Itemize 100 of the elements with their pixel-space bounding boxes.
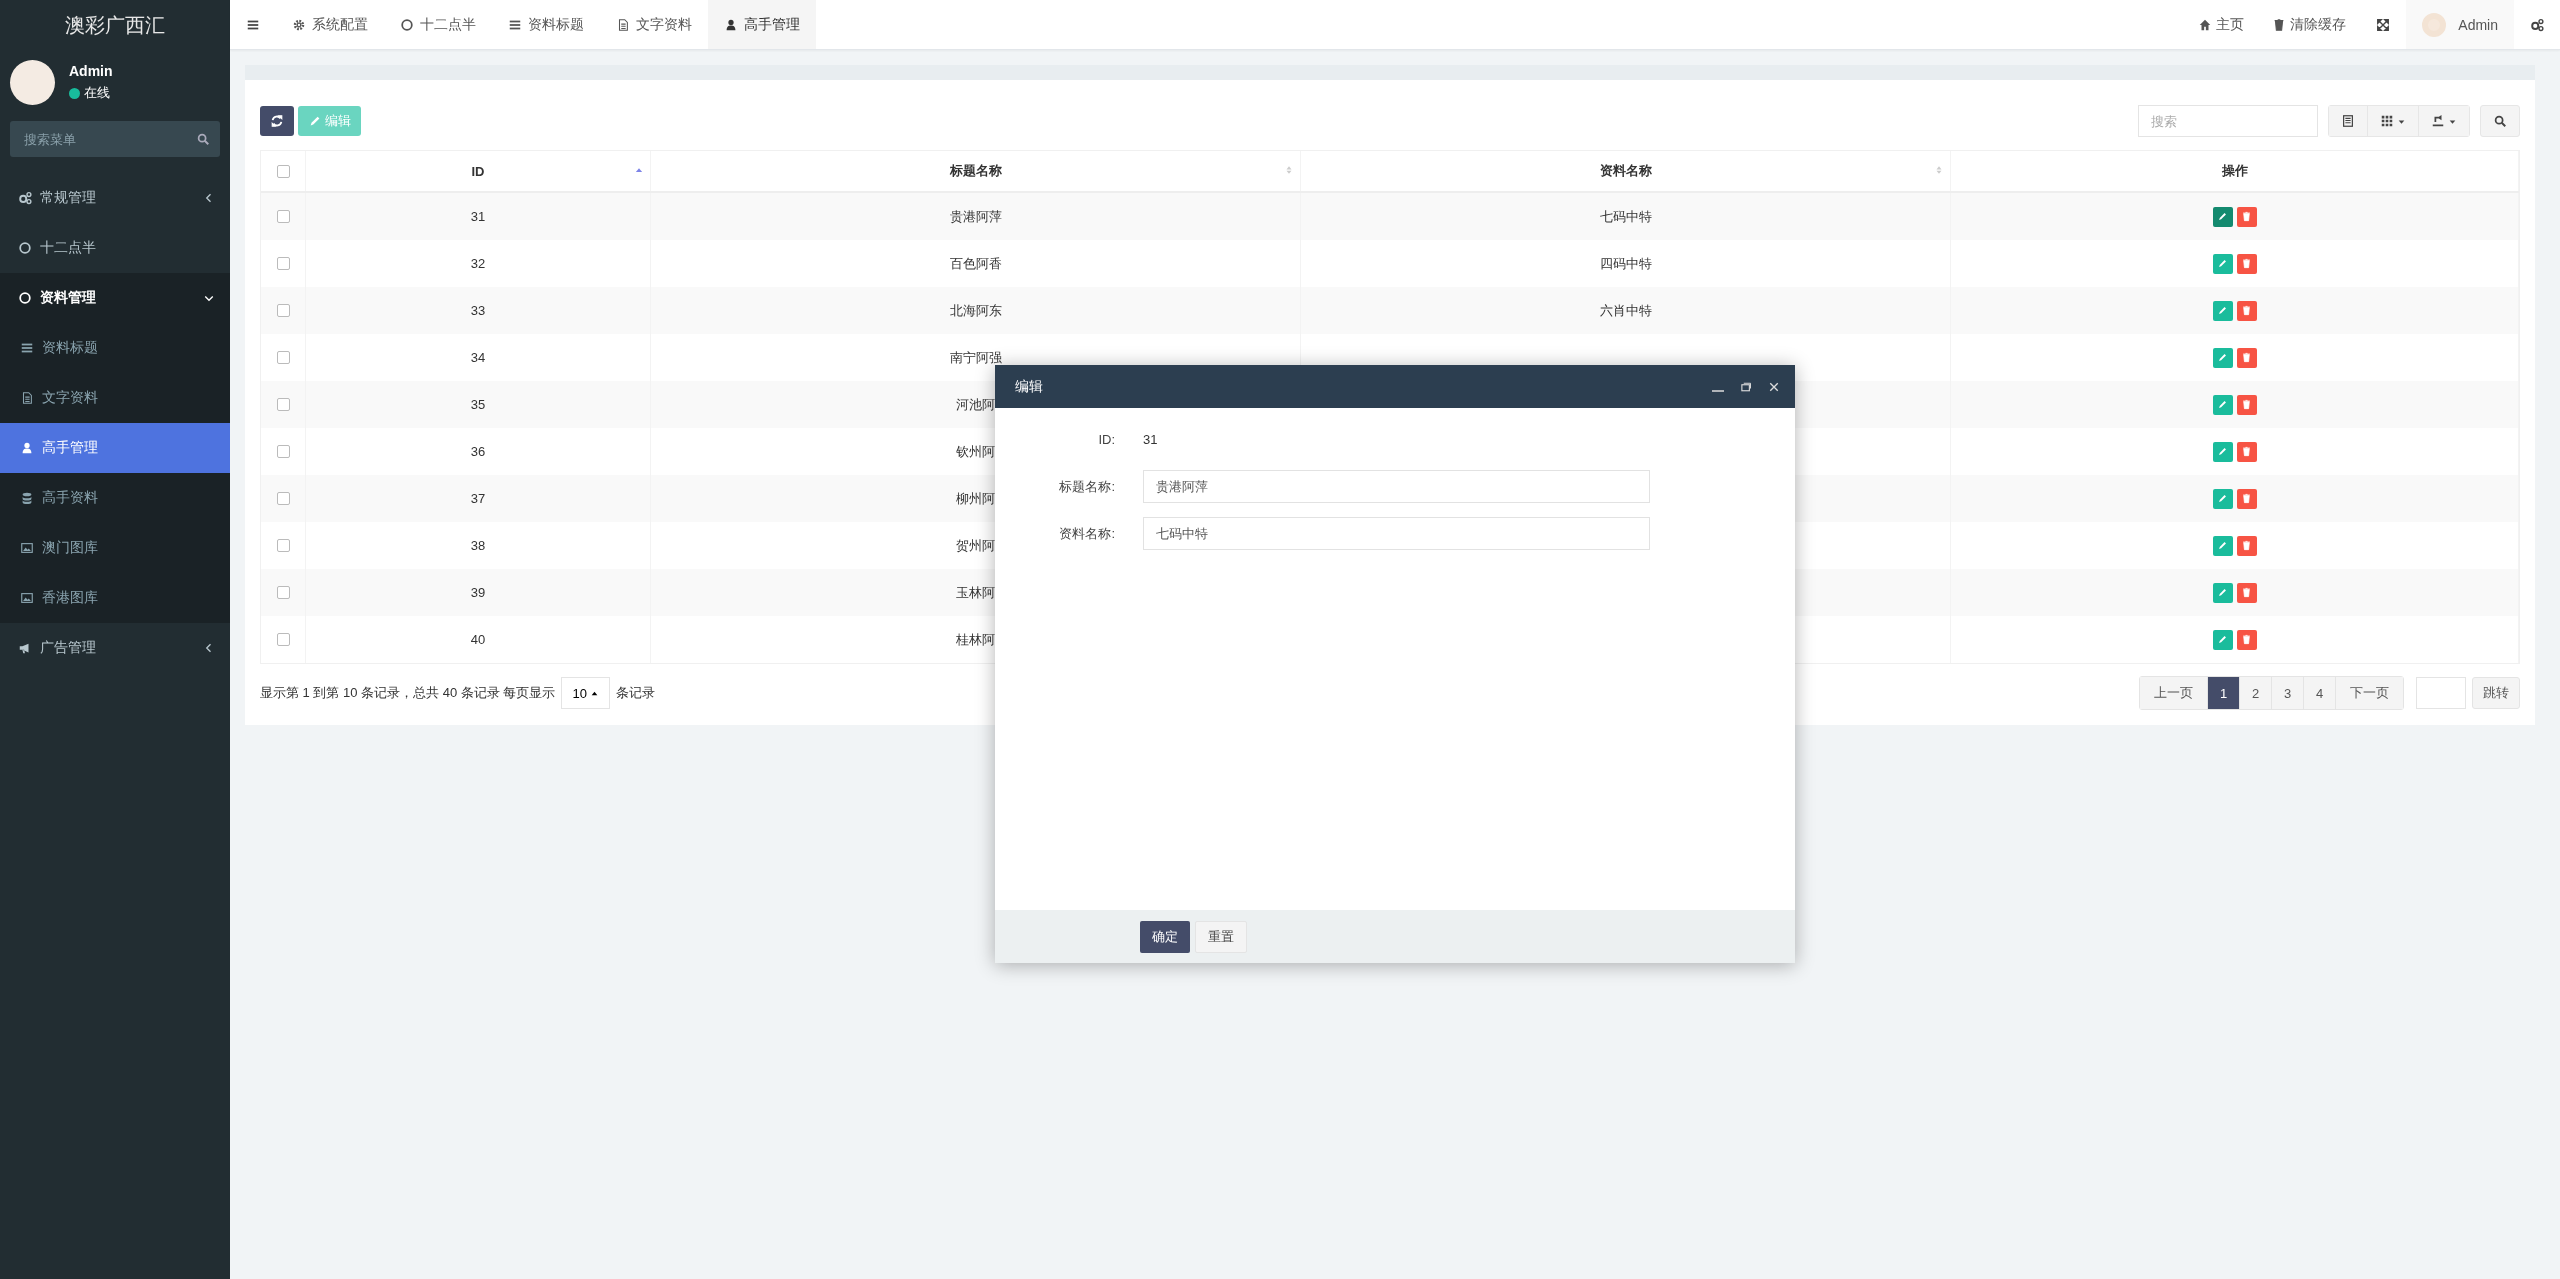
checkbox[interactable] xyxy=(276,164,290,178)
next-page-button[interactable]: 下一页 xyxy=(2335,677,2403,709)
checkbox[interactable] xyxy=(276,633,290,646)
refresh-button[interactable] xyxy=(260,106,294,136)
list-icon xyxy=(20,341,34,355)
app-logo: 澳彩广西汇 xyxy=(64,13,166,38)
delete-button[interactable] xyxy=(2236,206,2257,227)
page-button[interactable]: 4 xyxy=(2303,677,2335,709)
delete-button[interactable] xyxy=(2236,488,2257,509)
avatar xyxy=(2422,12,2447,37)
edit-button[interactable] xyxy=(2212,582,2233,603)
gears-icon xyxy=(18,191,32,205)
checkbox[interactable] xyxy=(276,492,290,505)
delete-button[interactable] xyxy=(2236,582,2257,603)
delete-button[interactable] xyxy=(2236,441,2257,462)
gears-icon xyxy=(2530,17,2544,32)
table-cell: 七码中特 xyxy=(1301,193,1951,240)
header-link[interactable]: 主页 xyxy=(2184,0,2259,49)
delete-button[interactable] xyxy=(2236,253,2257,274)
edit-button[interactable] xyxy=(2212,488,2233,509)
input-field[interactable]: 七码中特 xyxy=(1143,517,1650,550)
menu-item[interactable]: 广告管理 xyxy=(0,623,230,673)
edit-button[interactable] xyxy=(2212,441,2233,462)
tab[interactable]: 资料标题 xyxy=(492,0,600,49)
menu-item[interactable]: 澳门图库 xyxy=(0,523,230,573)
field-label: ID: xyxy=(1097,432,1115,447)
checkbox[interactable] xyxy=(276,445,290,458)
image-icon xyxy=(20,591,34,605)
checkbox[interactable] xyxy=(276,351,290,364)
trash-icon xyxy=(2241,587,2252,598)
record-suffix: 条记录 xyxy=(615,684,655,702)
confirm-button[interactable]: 确定 xyxy=(1140,920,1190,953)
edit-button[interactable] xyxy=(2212,206,2233,227)
trash-icon xyxy=(2241,352,2252,363)
status-dot xyxy=(69,87,80,99)
edit-button[interactable] xyxy=(2212,535,2233,556)
trash-icon xyxy=(2241,305,2252,316)
menu-item[interactable]: 香港图库 xyxy=(0,573,230,623)
column-header[interactable]: 操作 xyxy=(1951,151,2519,191)
header-link[interactable]: 清除缓存 xyxy=(2258,0,2361,49)
edit-button[interactable] xyxy=(2212,394,2233,415)
delete-button[interactable] xyxy=(2236,629,2257,650)
search-field[interactable]: 搜索菜单 xyxy=(10,121,220,157)
column-header[interactable]: 资料名称 xyxy=(1301,151,1951,191)
checkbox[interactable] xyxy=(276,539,290,552)
page-size-dropdown[interactable]: 10 xyxy=(561,677,610,709)
menu-item[interactable]: 资料标题 xyxy=(0,323,230,373)
circle-icon xyxy=(400,17,414,32)
reset-button[interactable]: 重置 xyxy=(1195,920,1247,953)
tab[interactable]: 高手管理 xyxy=(708,0,816,49)
circle-icon xyxy=(18,241,32,255)
input-field[interactable]: 贵港阿萍 xyxy=(1143,470,1650,503)
menu-item[interactable]: 资料管理 xyxy=(0,273,230,323)
menu-item[interactable]: 高手管理 xyxy=(0,423,230,473)
search-field[interactable]: 搜索 xyxy=(2138,105,2318,137)
pencil-icon xyxy=(2217,540,2228,551)
pencil-icon xyxy=(2217,305,2228,316)
edit-button[interactable] xyxy=(2212,253,2233,274)
field-value: 31 xyxy=(1143,431,1158,449)
menu-item[interactable]: 十二点半 xyxy=(0,223,230,273)
table-cell: 31 xyxy=(306,193,651,240)
column-header[interactable]: ID xyxy=(306,151,651,191)
delete-button[interactable] xyxy=(2236,394,2257,415)
jump-button[interactable]: 跳转 xyxy=(2472,677,2520,709)
edit-button[interactable] xyxy=(2212,300,2233,321)
menu-item[interactable]: 常规管理 xyxy=(0,173,230,223)
table-cell: 39 xyxy=(306,569,651,616)
tab[interactable]: 文字资料 xyxy=(600,0,708,49)
page-button[interactable]: 1 xyxy=(2207,677,2239,709)
page-button[interactable]: 3 xyxy=(2271,677,2303,709)
search-button[interactable] xyxy=(2480,105,2520,137)
delete-button[interactable] xyxy=(2236,347,2257,368)
refresh-icon xyxy=(270,114,284,128)
previous-page-button[interactable]: 上一页 xyxy=(2140,677,2207,709)
checkbox[interactable] xyxy=(276,304,290,317)
tab[interactable]: 十二点半 xyxy=(384,0,492,49)
edit-button[interactable] xyxy=(2212,629,2233,650)
checkbox[interactable] xyxy=(276,210,290,223)
search-icon xyxy=(2493,114,2507,128)
pencil-icon xyxy=(2217,634,2228,645)
page-button[interactable]: 2 xyxy=(2239,677,2271,709)
menu-item[interactable]: 高手资料 xyxy=(0,473,230,523)
column-header[interactable]: 标题名称 xyxy=(651,151,1301,191)
page-number-field[interactable] xyxy=(2416,677,2466,709)
delete-button[interactable] xyxy=(2236,300,2257,321)
maximize-icon xyxy=(1740,380,1752,393)
checkbox[interactable] xyxy=(276,586,290,599)
menu-item[interactable]: 文字资料 xyxy=(0,373,230,423)
checkbox[interactable] xyxy=(276,257,290,270)
tab[interactable]: 系统配置 xyxy=(276,0,384,49)
pencil-icon xyxy=(2217,399,2228,410)
document-icon xyxy=(20,391,34,405)
export-icon xyxy=(2431,114,2445,128)
checkbox[interactable] xyxy=(276,398,290,411)
edit-button[interactable] xyxy=(2212,347,2233,368)
gear-icon xyxy=(292,17,306,32)
trash-icon xyxy=(2241,211,2252,222)
delete-button[interactable] xyxy=(2236,535,2257,556)
user-menu[interactable]: Admin xyxy=(2406,0,2514,49)
trash-icon xyxy=(2241,540,2252,551)
